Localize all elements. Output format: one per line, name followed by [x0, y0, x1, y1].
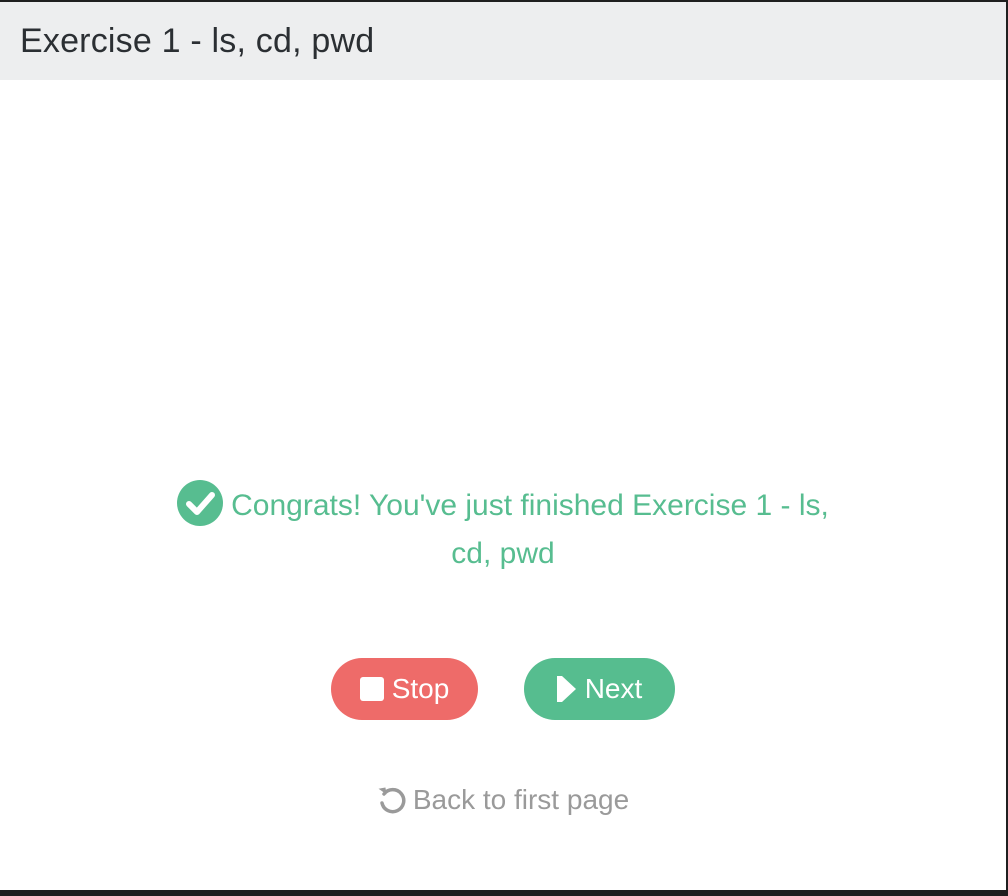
next-button[interactable]: Next [524, 658, 675, 720]
undo-arrow-icon [378, 787, 406, 814]
completion-text: Congrats! You've just finished Exercise … [231, 489, 829, 570]
completion-message-container: Congrats! You've just finished Exercise … [0, 480, 1006, 578]
action-buttons: Stop Next [0, 658, 1006, 720]
panel-header: Exercise 1 - ls, cd, pwd [0, 2, 1006, 80]
page-title: Exercise 1 - ls, cd, pwd [20, 21, 375, 60]
stop-button[interactable]: Stop [331, 658, 478, 720]
exercise-panel: Exercise 1 - ls, cd, pwd Congrats! You'v… [0, 2, 1008, 890]
stop-square-icon [359, 677, 384, 701]
back-link-label: Back to first page [412, 784, 630, 815]
stop-button-label: Stop [391, 673, 450, 704]
completion-message: Congrats! You've just finished Exercise … [153, 480, 853, 578]
back-to-first-page-link[interactable]: Back to first page [0, 784, 1006, 816]
next-button-label: Next [584, 673, 643, 704]
step-forward-icon [556, 676, 576, 702]
check-circle-icon [177, 480, 224, 526]
